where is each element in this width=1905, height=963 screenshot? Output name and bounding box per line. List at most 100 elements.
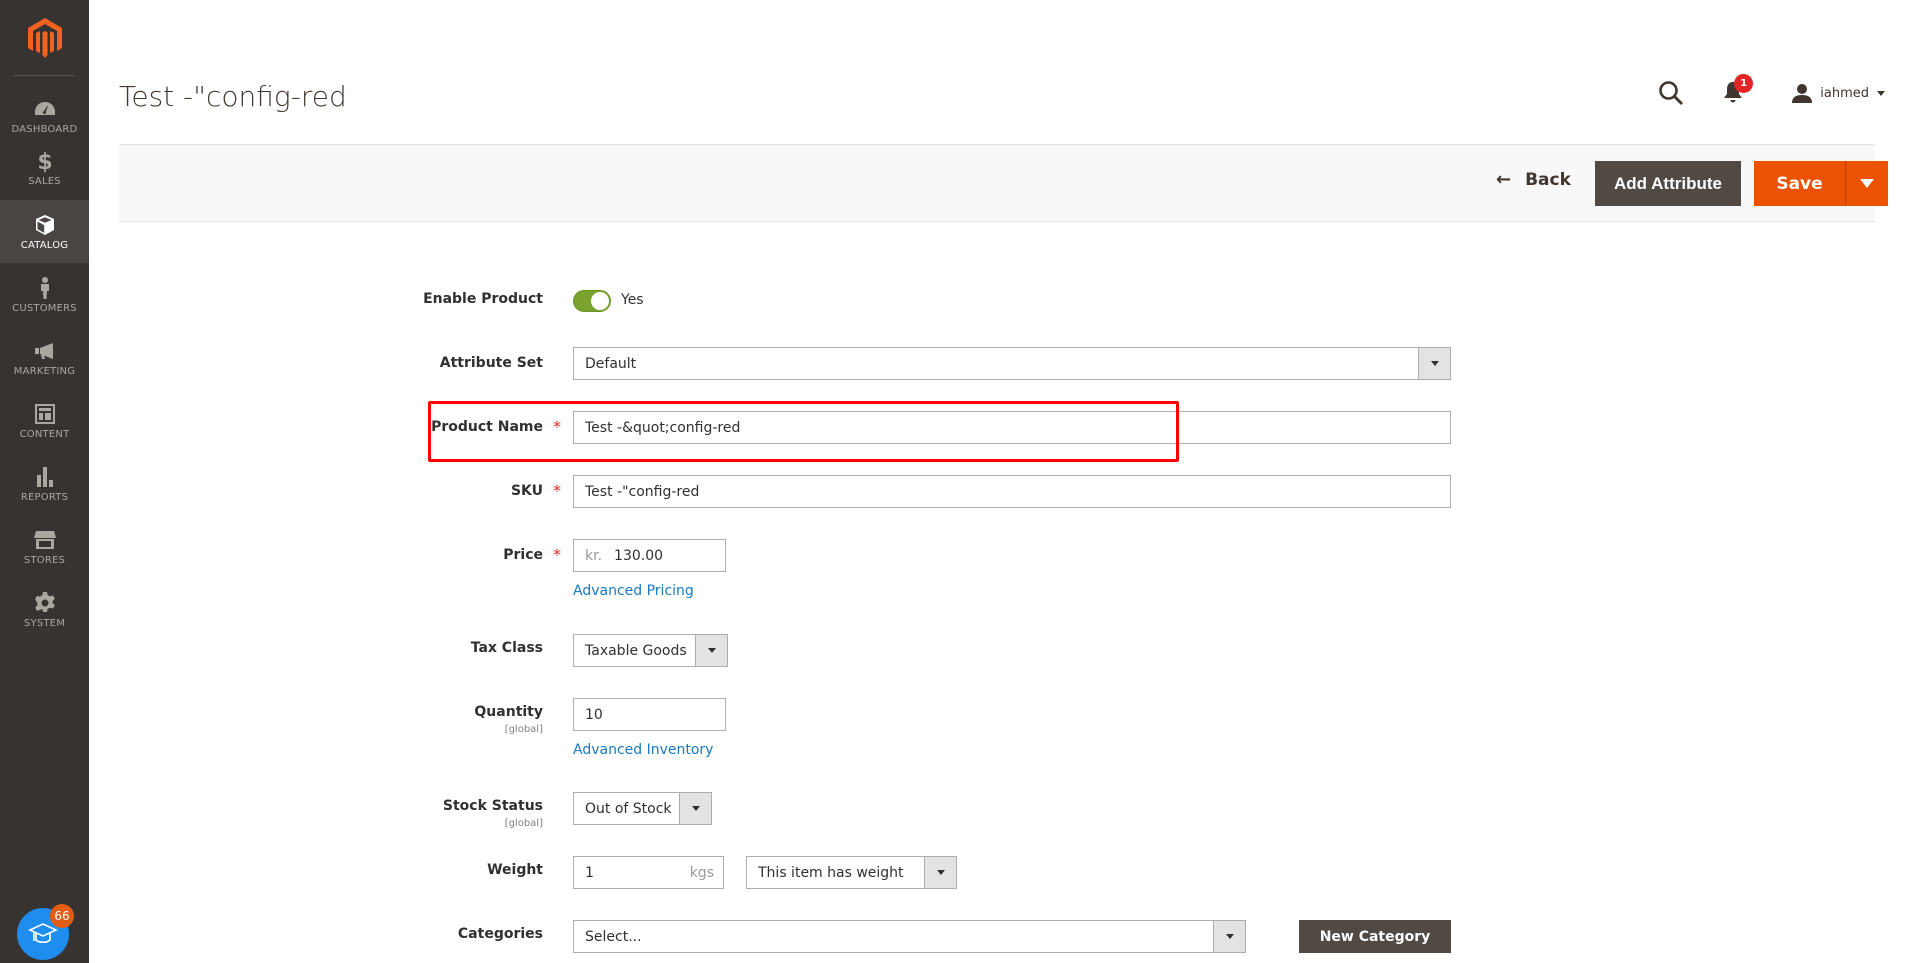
add-attribute-button[interactable]: Add Attribute — [1595, 161, 1741, 206]
stock-status-select[interactable]: Out of Stock — [573, 792, 712, 825]
stock-status-value: Out of Stock — [585, 800, 672, 817]
sidebar-item-catalog[interactable]: CATALOG — [0, 200, 89, 263]
arrow-left-icon: ← — [1496, 169, 1512, 190]
price-value: 130.00 — [614, 547, 664, 564]
toggle-knob — [591, 292, 609, 310]
attribute-set-label: Attribute Set — [439, 355, 543, 371]
caret-down-icon — [1860, 179, 1874, 188]
tax-class-value: Taxable Goods — [585, 642, 687, 659]
sidebar-item-customers[interactable]: CUSTOMERS — [0, 263, 89, 326]
sidebar-item-label: CUSTOMERS — [12, 302, 77, 314]
sidebar-item-reports[interactable]: REPORTS — [0, 452, 89, 515]
chevron-down-icon — [1877, 90, 1885, 96]
sidebar-item-stores[interactable]: STORES — [0, 515, 89, 578]
required-asterisk: * — [553, 481, 561, 500]
attribute-set-value: Default — [585, 355, 637, 372]
page-actions-bar: ← Back Add Attribute Save — [119, 144, 1888, 222]
sidebar-item-content[interactable]: CONTENT — [0, 389, 89, 452]
save-split-button: Save — [1754, 161, 1888, 206]
sku-value: Test -"config-red — [585, 483, 700, 500]
storefront-icon — [33, 530, 56, 549]
search-icon[interactable] — [1658, 80, 1684, 106]
caret-down-icon — [936, 870, 945, 875]
page-title: Test -"config-red — [119, 80, 347, 113]
sidebar-item-label: STORES — [23, 554, 66, 566]
enable-product-toggle[interactable] — [573, 290, 611, 312]
back-button[interactable]: ← Back — [1496, 169, 1571, 190]
price-label: Price — [503, 547, 543, 563]
sidebar-divider — [14, 75, 74, 76]
caret-down-icon — [1430, 361, 1439, 366]
tax-class-label: Tax Class — [470, 640, 543, 656]
select-toggle[interactable] — [1213, 921, 1245, 952]
currency-symbol: kr. — [585, 547, 603, 564]
price-input[interactable]: kr. 130.00 — [573, 539, 726, 572]
box-icon — [35, 214, 54, 235]
weight-input[interactable]: 1 kgs — [573, 856, 724, 889]
weight-unit: kgs — [689, 864, 714, 881]
dollar-icon: $ — [37, 150, 52, 173]
gear-icon — [34, 591, 55, 612]
product-name-label: Product Name — [431, 419, 543, 435]
categories-label: Categories — [457, 926, 543, 942]
sidebar-item-label: CONTENT — [19, 428, 70, 440]
sidebar-item-label: CATALOG — [20, 239, 69, 251]
weight-value: 1 — [585, 864, 594, 881]
sidebar-item-sales[interactable]: $ SALES — [0, 136, 89, 199]
save-button[interactable]: Save — [1754, 161, 1846, 206]
save-options-toggle[interactable] — [1846, 161, 1888, 206]
header-tools: 1 iahmed — [1658, 74, 1885, 106]
svg-text:$: $ — [37, 150, 52, 173]
magento-logo[interactable] — [0, 0, 89, 76]
caret-down-icon — [707, 648, 716, 653]
back-label: Back — [1525, 169, 1571, 190]
stock-status-label: Stock Status — [442, 798, 543, 814]
sidebar-item-marketing[interactable]: MARKETING — [0, 326, 89, 389]
quantity-value: 10 — [585, 706, 603, 723]
megaphone-icon — [34, 342, 53, 359]
product-name-input[interactable]: Test -&quot;config-red — [573, 411, 1451, 444]
sidebar-item-label: DASHBOARD — [11, 123, 78, 135]
categories-placeholder: Select... — [585, 928, 642, 945]
bar-chart-icon — [36, 466, 53, 487]
advanced-inventory-link[interactable]: Advanced Inventory — [573, 742, 713, 758]
sku-label: SKU — [510, 483, 543, 499]
caret-down-icon — [1225, 934, 1234, 939]
select-toggle[interactable] — [1418, 348, 1450, 379]
person-icon — [40, 276, 49, 299]
select-toggle[interactable] — [924, 857, 956, 888]
sidebar-item-label: REPORTS — [20, 491, 69, 503]
quantity-label: Quantity — [474, 704, 543, 720]
weight-type-value: This item has weight — [758, 864, 904, 881]
select-toggle[interactable] — [695, 635, 727, 666]
product-name-value: Test -&quot;config-red — [585, 419, 741, 436]
layout-icon — [34, 403, 55, 424]
required-asterisk: * — [553, 417, 561, 436]
select-toggle[interactable] — [679, 793, 711, 824]
new-category-button[interactable]: New Category — [1299, 920, 1451, 953]
dashboard-icon — [34, 101, 55, 115]
tax-class-select[interactable]: Taxable Goods — [573, 634, 728, 667]
weight-type-select[interactable]: This item has weight — [746, 856, 957, 889]
notification-count-badge: 1 — [1734, 74, 1754, 93]
user-menu[interactable]: iahmed — [1792, 83, 1885, 103]
sidebar-item-system[interactable]: SYSTEM — [0, 578, 89, 641]
username: iahmed — [1820, 85, 1869, 101]
sidebar-item-label: SYSTEM — [23, 617, 66, 629]
user-icon — [1792, 84, 1813, 103]
attribute-set-select[interactable]: Default — [573, 347, 1451, 380]
help-count-badge: 66 — [50, 904, 74, 928]
admin-sidebar: DASHBOARD $ SALES CATALOG CUSTOMERS MARK… — [0, 0, 89, 963]
enable-product-label: Enable Product — [423, 291, 543, 307]
weight-label: Weight — [487, 862, 543, 878]
categories-select[interactable]: Select... — [573, 920, 1246, 953]
sku-input[interactable]: Test -"config-red — [573, 475, 1451, 508]
sidebar-item-label: MARKETING — [13, 365, 76, 377]
caret-down-icon — [691, 806, 700, 811]
quantity-scope: [global] — [504, 724, 543, 735]
advanced-pricing-link[interactable]: Advanced Pricing — [573, 583, 694, 599]
stock-status-scope: [global] — [504, 818, 543, 829]
notifications-button[interactable]: 1 — [1722, 74, 1754, 106]
quantity-input[interactable]: 10 — [573, 698, 726, 731]
enable-product-value: Yes — [621, 292, 644, 308]
